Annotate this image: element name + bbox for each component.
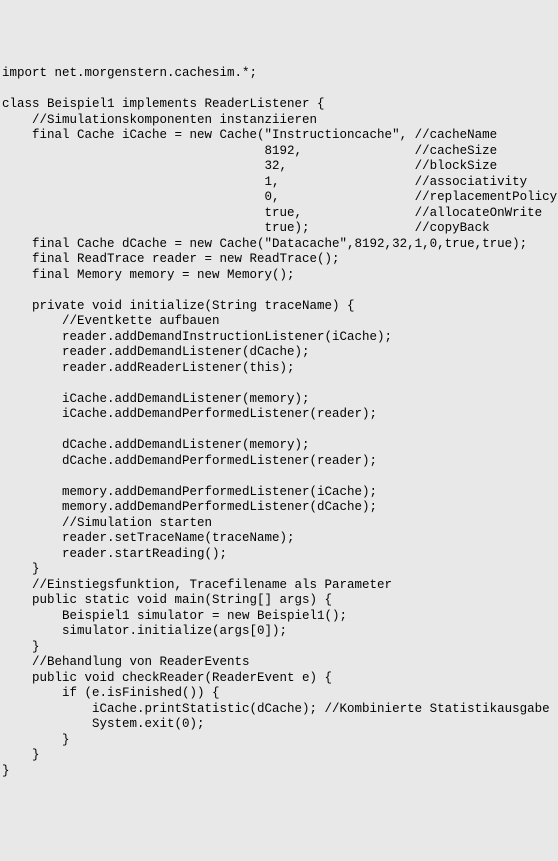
code-line: iCache.addDemandPerformedListener(reader… bbox=[2, 407, 556, 423]
code-line: final ReadTrace reader = new ReadTrace()… bbox=[2, 252, 556, 268]
code-line: } bbox=[2, 562, 556, 578]
code-line: iCache.addDemandListener(memory); bbox=[2, 392, 556, 408]
code-line: } bbox=[2, 733, 556, 749]
code-line: true); //copyBack bbox=[2, 221, 556, 237]
code-line: reader.addDemandInstructionListener(iCac… bbox=[2, 330, 556, 346]
code-line: 32, //blockSize bbox=[2, 159, 556, 175]
code-line bbox=[2, 376, 556, 392]
code-line: 0, //replacementPolicy bbox=[2, 190, 556, 206]
code-line: //Behandlung von ReaderEvents bbox=[2, 655, 556, 671]
code-line: dCache.addDemandPerformedListener(reader… bbox=[2, 454, 556, 470]
code-line: //Simulation starten bbox=[2, 516, 556, 532]
code-line: //Eventkette aufbauen bbox=[2, 314, 556, 330]
code-line: reader.addReaderListener(this); bbox=[2, 361, 556, 377]
code-line: simulator.initialize(args[0]); bbox=[2, 624, 556, 640]
code-line: } bbox=[2, 764, 556, 780]
code-line: final Cache dCache = new Cache("Datacach… bbox=[2, 237, 556, 253]
code-line: 8192, //cacheSize bbox=[2, 144, 556, 160]
code-block: import net.morgenstern.cachesim.*; class… bbox=[2, 66, 556, 779]
code-line: memory.addDemandPerformedListener(iCache… bbox=[2, 485, 556, 501]
code-line: } bbox=[2, 748, 556, 764]
code-line: public static void main(String[] args) { bbox=[2, 593, 556, 609]
code-line: if (e.isFinished()) { bbox=[2, 686, 556, 702]
code-line: public void checkReader(ReaderEvent e) { bbox=[2, 671, 556, 687]
code-line: class Beispiel1 implements ReaderListene… bbox=[2, 97, 556, 113]
code-line: Beispiel1 simulator = new Beispiel1(); bbox=[2, 609, 556, 625]
code-line: reader.setTraceName(traceName); bbox=[2, 531, 556, 547]
code-line: //Simulationskomponenten instanziieren bbox=[2, 113, 556, 129]
code-line: true, //allocateOnWrite bbox=[2, 206, 556, 222]
code-line bbox=[2, 423, 556, 439]
code-line bbox=[2, 283, 556, 299]
code-line: final Cache iCache = new Cache("Instruct… bbox=[2, 128, 556, 144]
code-line: } bbox=[2, 640, 556, 656]
code-line: final Memory memory = new Memory(); bbox=[2, 268, 556, 284]
code-line bbox=[2, 469, 556, 485]
code-line bbox=[2, 82, 556, 98]
code-line: private void initialize(String traceName… bbox=[2, 299, 556, 315]
code-line: import net.morgenstern.cachesim.*; bbox=[2, 66, 556, 82]
code-line: reader.startReading(); bbox=[2, 547, 556, 563]
code-line: memory.addDemandPerformedListener(dCache… bbox=[2, 500, 556, 516]
code-line: 1, //associativity bbox=[2, 175, 556, 191]
code-line: //Einstiegsfunktion, Tracefilename als P… bbox=[2, 578, 556, 594]
code-line: dCache.addDemandListener(memory); bbox=[2, 438, 556, 454]
code-line: iCache.printStatistic(dCache); //Kombini… bbox=[2, 702, 556, 718]
code-line: reader.addDemandListener(dCache); bbox=[2, 345, 556, 361]
code-line: System.exit(0); bbox=[2, 717, 556, 733]
